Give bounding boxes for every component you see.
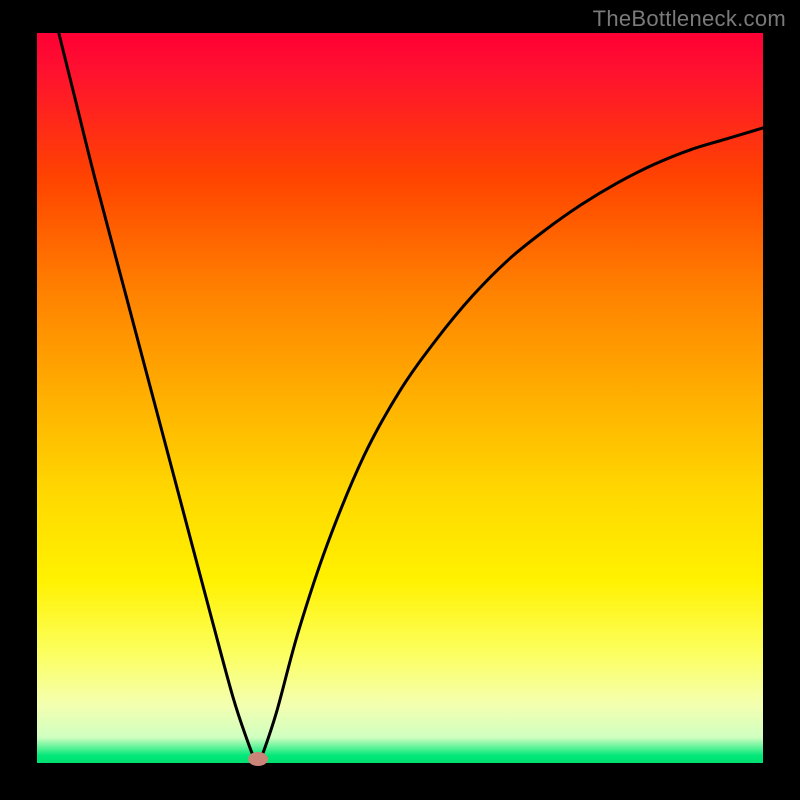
chart-svg bbox=[37, 33, 763, 763]
chart-plot-area bbox=[37, 33, 763, 763]
bottleneck-curve-line bbox=[59, 33, 763, 763]
minimum-marker-dot bbox=[248, 752, 268, 766]
watermark-text: TheBottleneck.com bbox=[593, 6, 786, 32]
